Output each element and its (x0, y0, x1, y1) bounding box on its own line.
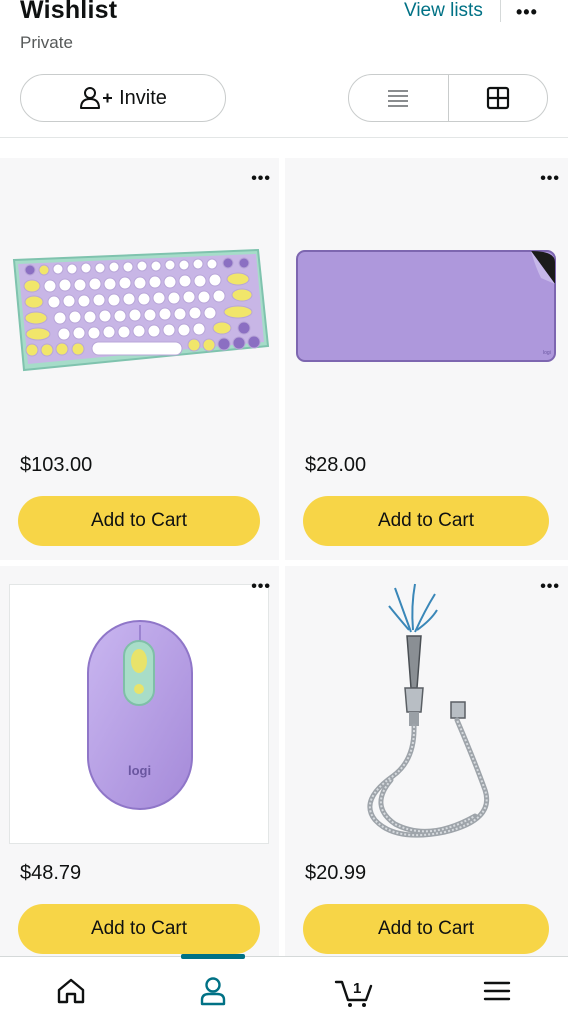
product-image[interactable] (345, 580, 515, 851)
wishlist-item: ••• logi $28.00 Add to Cart (285, 158, 568, 560)
item-more-button[interactable]: ••• (540, 170, 560, 188)
mouse-image: logi (87, 620, 193, 810)
wishlist-item: ••• $20.99 Add to Cart (285, 566, 568, 958)
desk-mat-image: logi (296, 250, 556, 362)
header: Wishlist Private View lists ••• Invite (0, 0, 568, 138)
view-lists-link[interactable]: View lists (404, 0, 483, 22)
active-tab-indicator (181, 954, 245, 959)
more-options-button[interactable]: ••• (516, 2, 538, 23)
add-to-cart-button[interactable]: Add to Cart (303, 904, 549, 954)
header-divider (500, 0, 501, 22)
home-icon (57, 978, 85, 1004)
list-view-button[interactable] (349, 75, 448, 121)
wishlist-item: logi ••• $48.79 Add to Cart (0, 566, 279, 958)
bottom-nav: 1 (0, 954, 568, 1024)
add-to-cart-button[interactable]: Add to Cart (18, 904, 260, 954)
product-image[interactable] (8, 246, 270, 377)
page-title: Wishlist (20, 0, 118, 24)
list-view-icon (388, 90, 409, 107)
cart-count: 1 (353, 980, 361, 997)
mouse-logo-text: logi (128, 763, 151, 778)
item-price: $28.00 (305, 454, 367, 476)
add-to-cart-button[interactable]: Add to Cart (303, 496, 549, 546)
cart-icon: 1 (334, 980, 373, 1007)
privacy-label: Private (20, 33, 73, 52)
nav-menu[interactable] (477, 971, 517, 1011)
invite-button[interactable]: Invite (20, 74, 226, 122)
nav-cart[interactable]: 1 (334, 971, 374, 1011)
add-to-cart-button[interactable]: Add to Cart (18, 496, 260, 546)
svg-text:logi: logi (543, 350, 551, 356)
add-person-icon (80, 87, 113, 109)
wishlist-item: ••• $103.00 Add to Cart (0, 158, 279, 560)
item-more-button[interactable]: ••• (251, 170, 271, 188)
view-toggle (348, 74, 548, 122)
shower-hose-image (367, 583, 489, 838)
keyboard-image (12, 248, 270, 372)
account-icon (200, 977, 226, 1006)
item-price: $103.00 (20, 454, 93, 476)
product-image[interactable]: logi (295, 248, 559, 371)
product-image[interactable]: logi (9, 584, 269, 844)
grid-view-icon (486, 86, 509, 110)
menu-icon (483, 981, 511, 1001)
item-more-button[interactable]: ••• (540, 578, 560, 596)
nav-home[interactable] (51, 971, 91, 1011)
nav-account[interactable] (193, 971, 233, 1011)
grid-view-button[interactable] (449, 75, 548, 121)
item-price: $48.79 (20, 862, 82, 884)
invite-label: Invite (119, 86, 167, 109)
item-price: $20.99 (305, 862, 367, 884)
item-more-button[interactable]: ••• (251, 578, 271, 596)
